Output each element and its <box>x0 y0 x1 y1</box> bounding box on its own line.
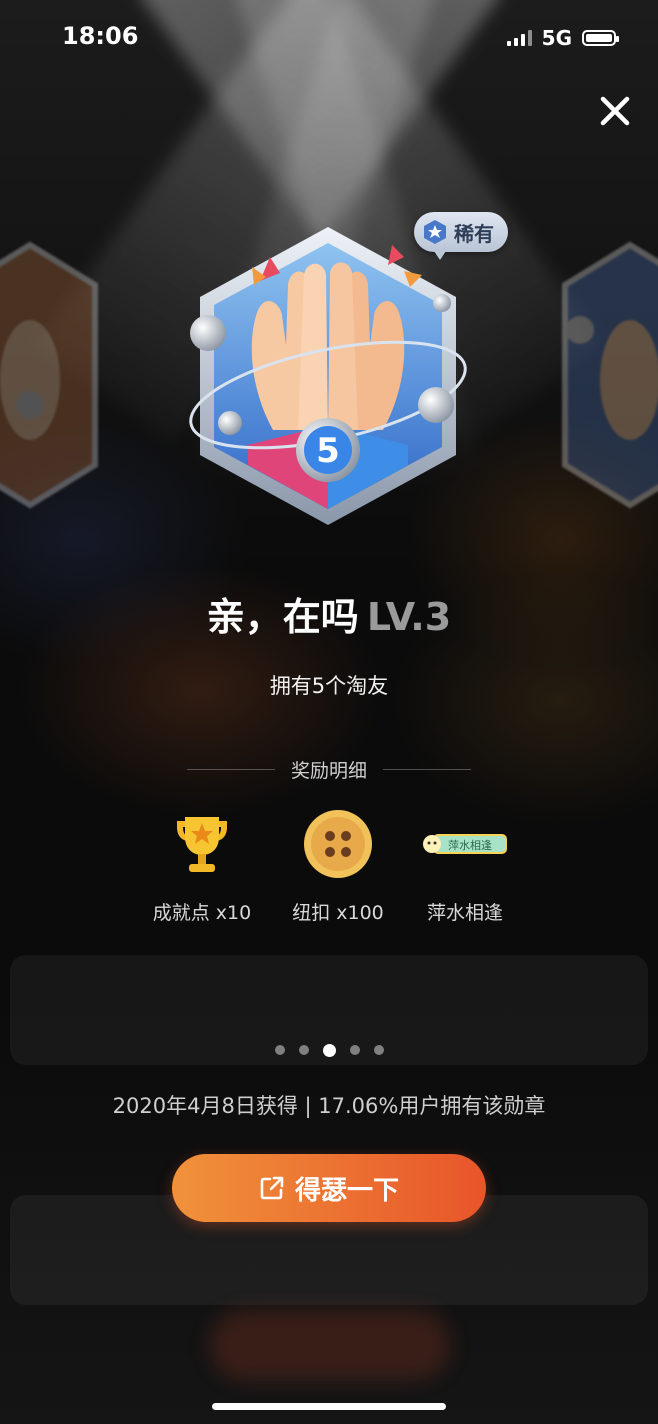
page-dot[interactable] <box>298 1045 309 1055</box>
battery-icon <box>582 30 619 46</box>
share-button[interactable]: 得瑟一下 <box>172 1154 486 1222</box>
badge-image: 5 <box>178 215 478 535</box>
home-indicator[interactable] <box>212 1403 446 1410</box>
reward-item: 成就点 x10 <box>137 808 267 925</box>
share-icon <box>260 1176 284 1200</box>
share-button-label: 得瑟一下 <box>294 1175 399 1206</box>
button-coin-icon <box>304 810 372 878</box>
background-glow <box>210 1310 450 1380</box>
high-five-badge-icon: 5 <box>189 227 467 525</box>
reward-label: 成就点 x10 <box>152 902 252 924</box>
rewards-header-label: 奖励明细 <box>290 760 367 782</box>
page-dot[interactable] <box>373 1045 384 1055</box>
page-indicator <box>0 1043 658 1057</box>
reward-label: 纽扣 x100 <box>292 902 384 924</box>
badge-title: 亲，在吗 LV.3 <box>0 586 658 641</box>
previous-badge[interactable] <box>0 240 100 510</box>
reward-item: 纽扣 x100 <box>273 808 403 925</box>
page-dot-active[interactable] <box>322 1043 336 1057</box>
reward-item: 萍水相逢 萍水相逢 <box>400 808 530 925</box>
next-badge[interactable] <box>560 240 658 510</box>
star-shield-icon <box>424 220 446 244</box>
acquired-info: 2020年4月8日获得 | 17.06%用户拥有该勋章 <box>112 1094 546 1118</box>
signal-icon <box>506 30 532 46</box>
reward-label: 萍水相逢 <box>426 902 503 924</box>
rarity-label: 稀有 <box>454 221 494 246</box>
title-tag-icon: 萍水相逢 <box>423 834 507 854</box>
title-tag-text: 萍水相逢 <box>448 839 492 852</box>
status-indicators: 5G <box>506 26 619 50</box>
trophy-icon <box>177 817 227 872</box>
status-time: 18:06 <box>62 22 139 50</box>
badge-level: LV.3 <box>366 595 452 639</box>
divider <box>383 769 471 770</box>
status-bar: 18:06 5G <box>0 0 658 76</box>
badge-description: 拥有5个淘友 <box>269 674 389 698</box>
divider <box>186 769 275 770</box>
badge-number: 5 <box>316 431 340 471</box>
page-dot[interactable] <box>349 1045 360 1055</box>
rarity-tag: 稀有 <box>414 212 508 260</box>
network-type: 5G <box>541 26 572 50</box>
close-button[interactable] <box>596 92 634 130</box>
page-dot[interactable] <box>274 1045 285 1055</box>
rewards-header: 奖励明细 <box>0 756 658 783</box>
badge-name: 亲，在吗 <box>206 595 359 639</box>
close-icon <box>600 96 630 126</box>
